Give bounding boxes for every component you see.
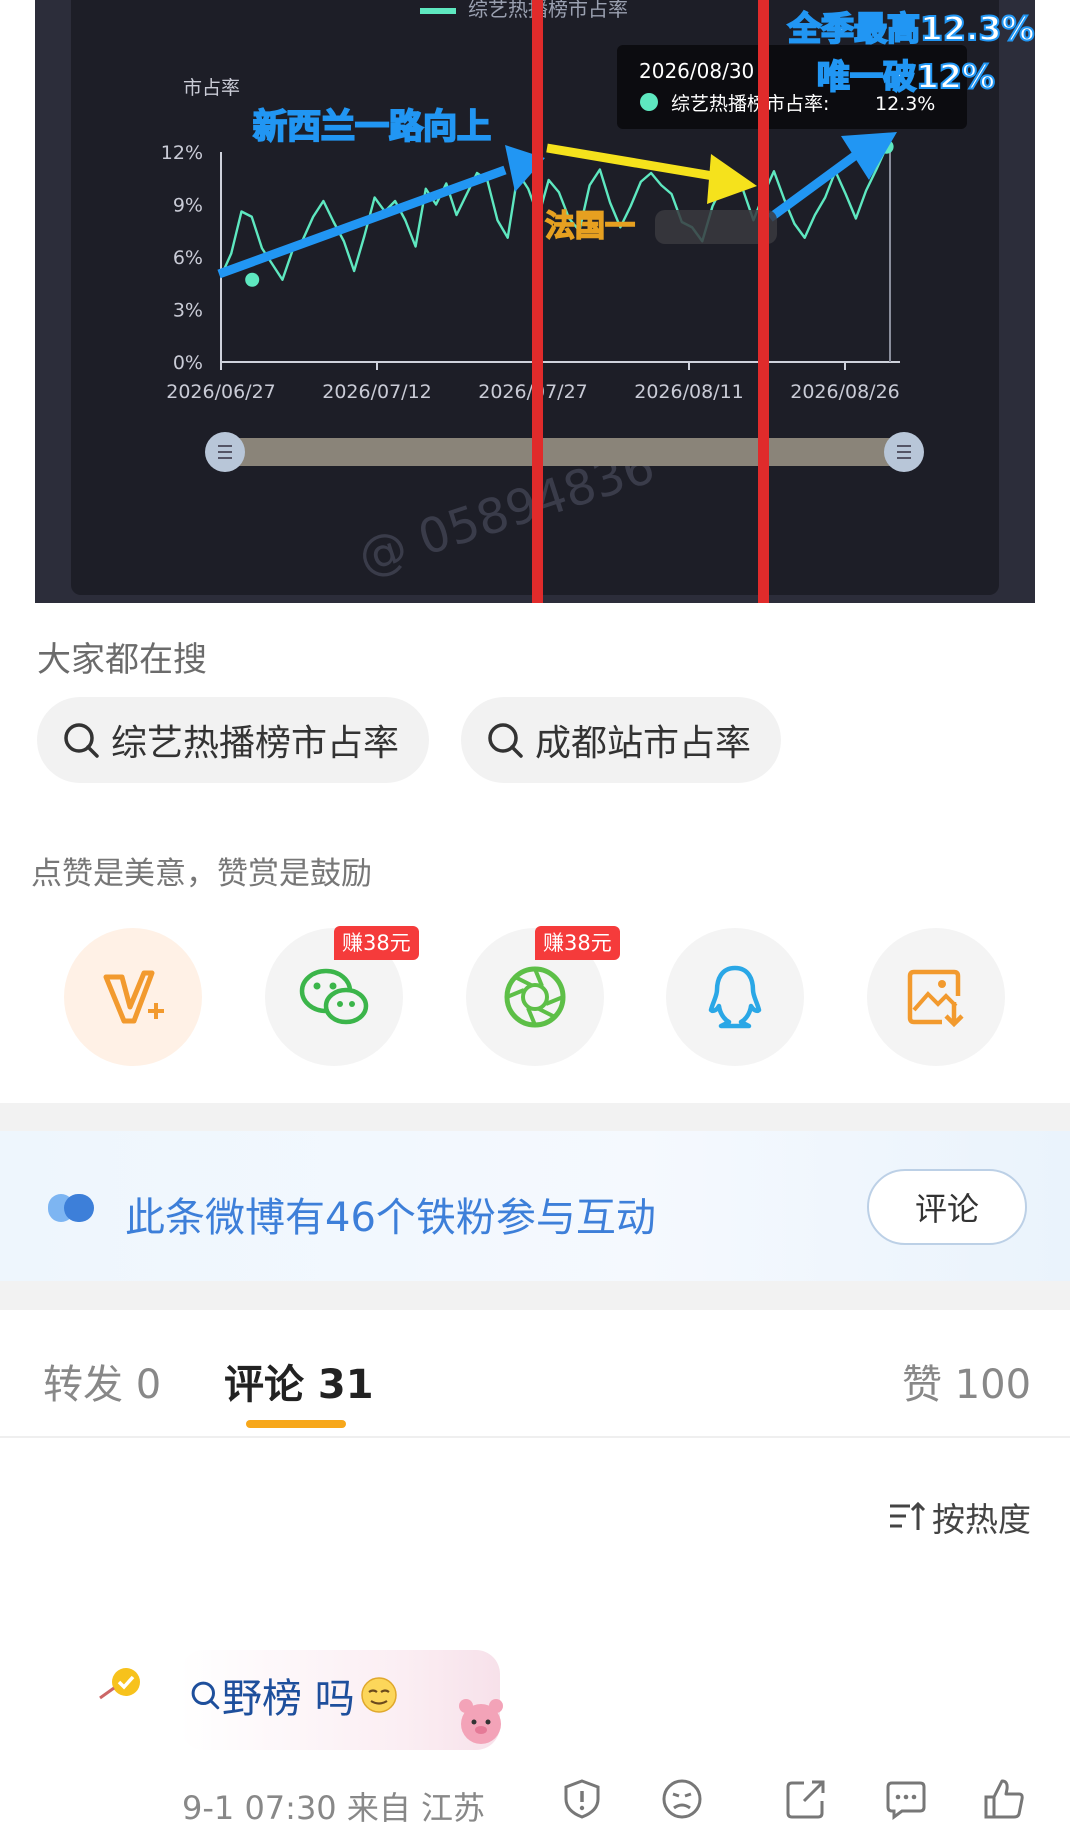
tab-repost[interactable]: 转发 0	[43, 1352, 161, 1410]
search-icon	[64, 723, 99, 758]
annotation-rise: 新西兰一路向上	[253, 107, 491, 147]
y-ticks: 0% 3% 6% 9% 12%	[161, 142, 203, 374]
emoji-icon	[360, 1677, 397, 1713]
tab-like[interactable]: 赞 100	[902, 1352, 1031, 1410]
comment-button[interactable]: 评论	[867, 1169, 1027, 1245]
bear-sticker-icon	[459, 1699, 503, 1744]
x-tick-label: 2026/07/12	[322, 381, 432, 403]
qq-icon	[708, 965, 762, 1029]
like-thumb-icon[interactable]	[982, 1777, 1026, 1821]
tabs-divider	[0, 1436, 1070, 1438]
share-icon[interactable]	[784, 1777, 828, 1821]
reward-badge: 赚38元	[334, 926, 419, 960]
section-gap	[0, 1281, 1070, 1310]
reply-icon[interactable]	[884, 1777, 928, 1821]
search-chip-label: 综艺热播榜市占率	[111, 723, 400, 764]
annotation-break: 唯一破12%	[817, 57, 995, 96]
v-plus-button[interactable]	[64, 928, 202, 1066]
verified-badge-icon	[99, 1668, 140, 1700]
x-tick-label: 2026/08/26	[790, 381, 900, 403]
y-tick-label: 12%	[161, 142, 203, 164]
tab-comment[interactable]: 评论 31	[224, 1352, 374, 1410]
interaction-tabs: 转发 0 评论 31 赞 100	[0, 1310, 1070, 1436]
yellow-arrow	[546, 143, 757, 204]
save-image-icon	[907, 969, 964, 1028]
search-section-title: 大家都在搜	[37, 640, 207, 680]
red-marker-line-1	[532, 0, 543, 603]
y-axis-label: 市占率	[183, 77, 240, 99]
red-marker-line-2	[758, 0, 769, 603]
section-gap	[0, 1103, 1070, 1131]
line-chart: 综艺热播榜市占率 市占率 0% 3% 6% 9% 12% 2026/06/27 2026/…	[161, 0, 1035, 603]
range-slider-track[interactable]	[225, 438, 907, 466]
annotation-france: 法国一	[545, 209, 635, 244]
y-tick-label: 6%	[173, 247, 203, 269]
qq-share-button[interactable]	[666, 928, 804, 1066]
x-tick-label: 2026/08/11	[634, 381, 744, 403]
search-chip-2[interactable]: 成都站市占率	[461, 697, 782, 783]
comment-meta: 9-1 07:30 来自 江苏	[182, 1789, 486, 1827]
chart-screenshot: 综艺热播榜市占率 市占率 0% 3% 6% 9% 12% 2026/06/27 2026/…	[35, 0, 1035, 603]
range-slider-handle-left[interactable]	[205, 432, 245, 472]
blue-arrow-right	[767, 132, 897, 222]
tooltip-marker	[640, 93, 658, 111]
moments-icon	[504, 966, 566, 1028]
y-tick-label: 3%	[173, 300, 203, 322]
wechat-icon	[299, 968, 369, 1025]
report-icon[interactable]	[560, 1777, 604, 1821]
sort-icon	[890, 1501, 926, 1530]
legend-swatch	[420, 8, 456, 14]
sort-by-hot[interactable]: 按热度	[888, 1493, 1031, 1541]
search-link-icon	[191, 1681, 220, 1710]
reward-text: 点赞是美意，赞赏是鼓励	[31, 856, 372, 892]
legend-label: 综艺热播榜市占率	[468, 0, 628, 21]
active-tab-indicator	[246, 1420, 346, 1428]
range-slider-handle-right[interactable]	[884, 432, 924, 472]
save-image-button[interactable]	[867, 928, 1005, 1066]
tooltip-date: 2026/08/30	[639, 59, 754, 83]
highlighted-point[interactable]	[245, 272, 260, 287]
fans-interaction-text: 此条微博有46个铁粉参与互动	[125, 1195, 656, 1241]
tooltip-series: 综艺热播榜市占率:	[671, 93, 829, 115]
comment-text: 野榜 吗	[222, 1676, 355, 1722]
annotation-peak: 全季最高12.3%	[787, 9, 1035, 48]
y-tick-label: 9%	[173, 195, 203, 217]
sort-label: 按热度	[932, 1500, 1031, 1539]
share-row: 赚38元 赚38元	[0, 926, 1070, 1068]
iron-fans-icon	[48, 1194, 94, 1222]
reward-badge: 赚38元	[535, 926, 620, 960]
tooltip-value: 12.3%	[875, 93, 935, 115]
dislike-face-icon[interactable]	[660, 1777, 704, 1821]
comment-content[interactable]: 野榜 吗	[188, 1666, 399, 1724]
x-tick-label: 2026/06/27	[166, 381, 276, 403]
search-icon	[488, 723, 523, 758]
v-plus-icon	[103, 970, 164, 1024]
search-chip-label: 成都站市占率	[535, 723, 752, 764]
y-tick-label: 0%	[173, 352, 203, 374]
search-chip-1[interactable]: 综艺热播榜市占率	[37, 697, 430, 783]
avatar[interactable]	[40, 1620, 150, 1730]
